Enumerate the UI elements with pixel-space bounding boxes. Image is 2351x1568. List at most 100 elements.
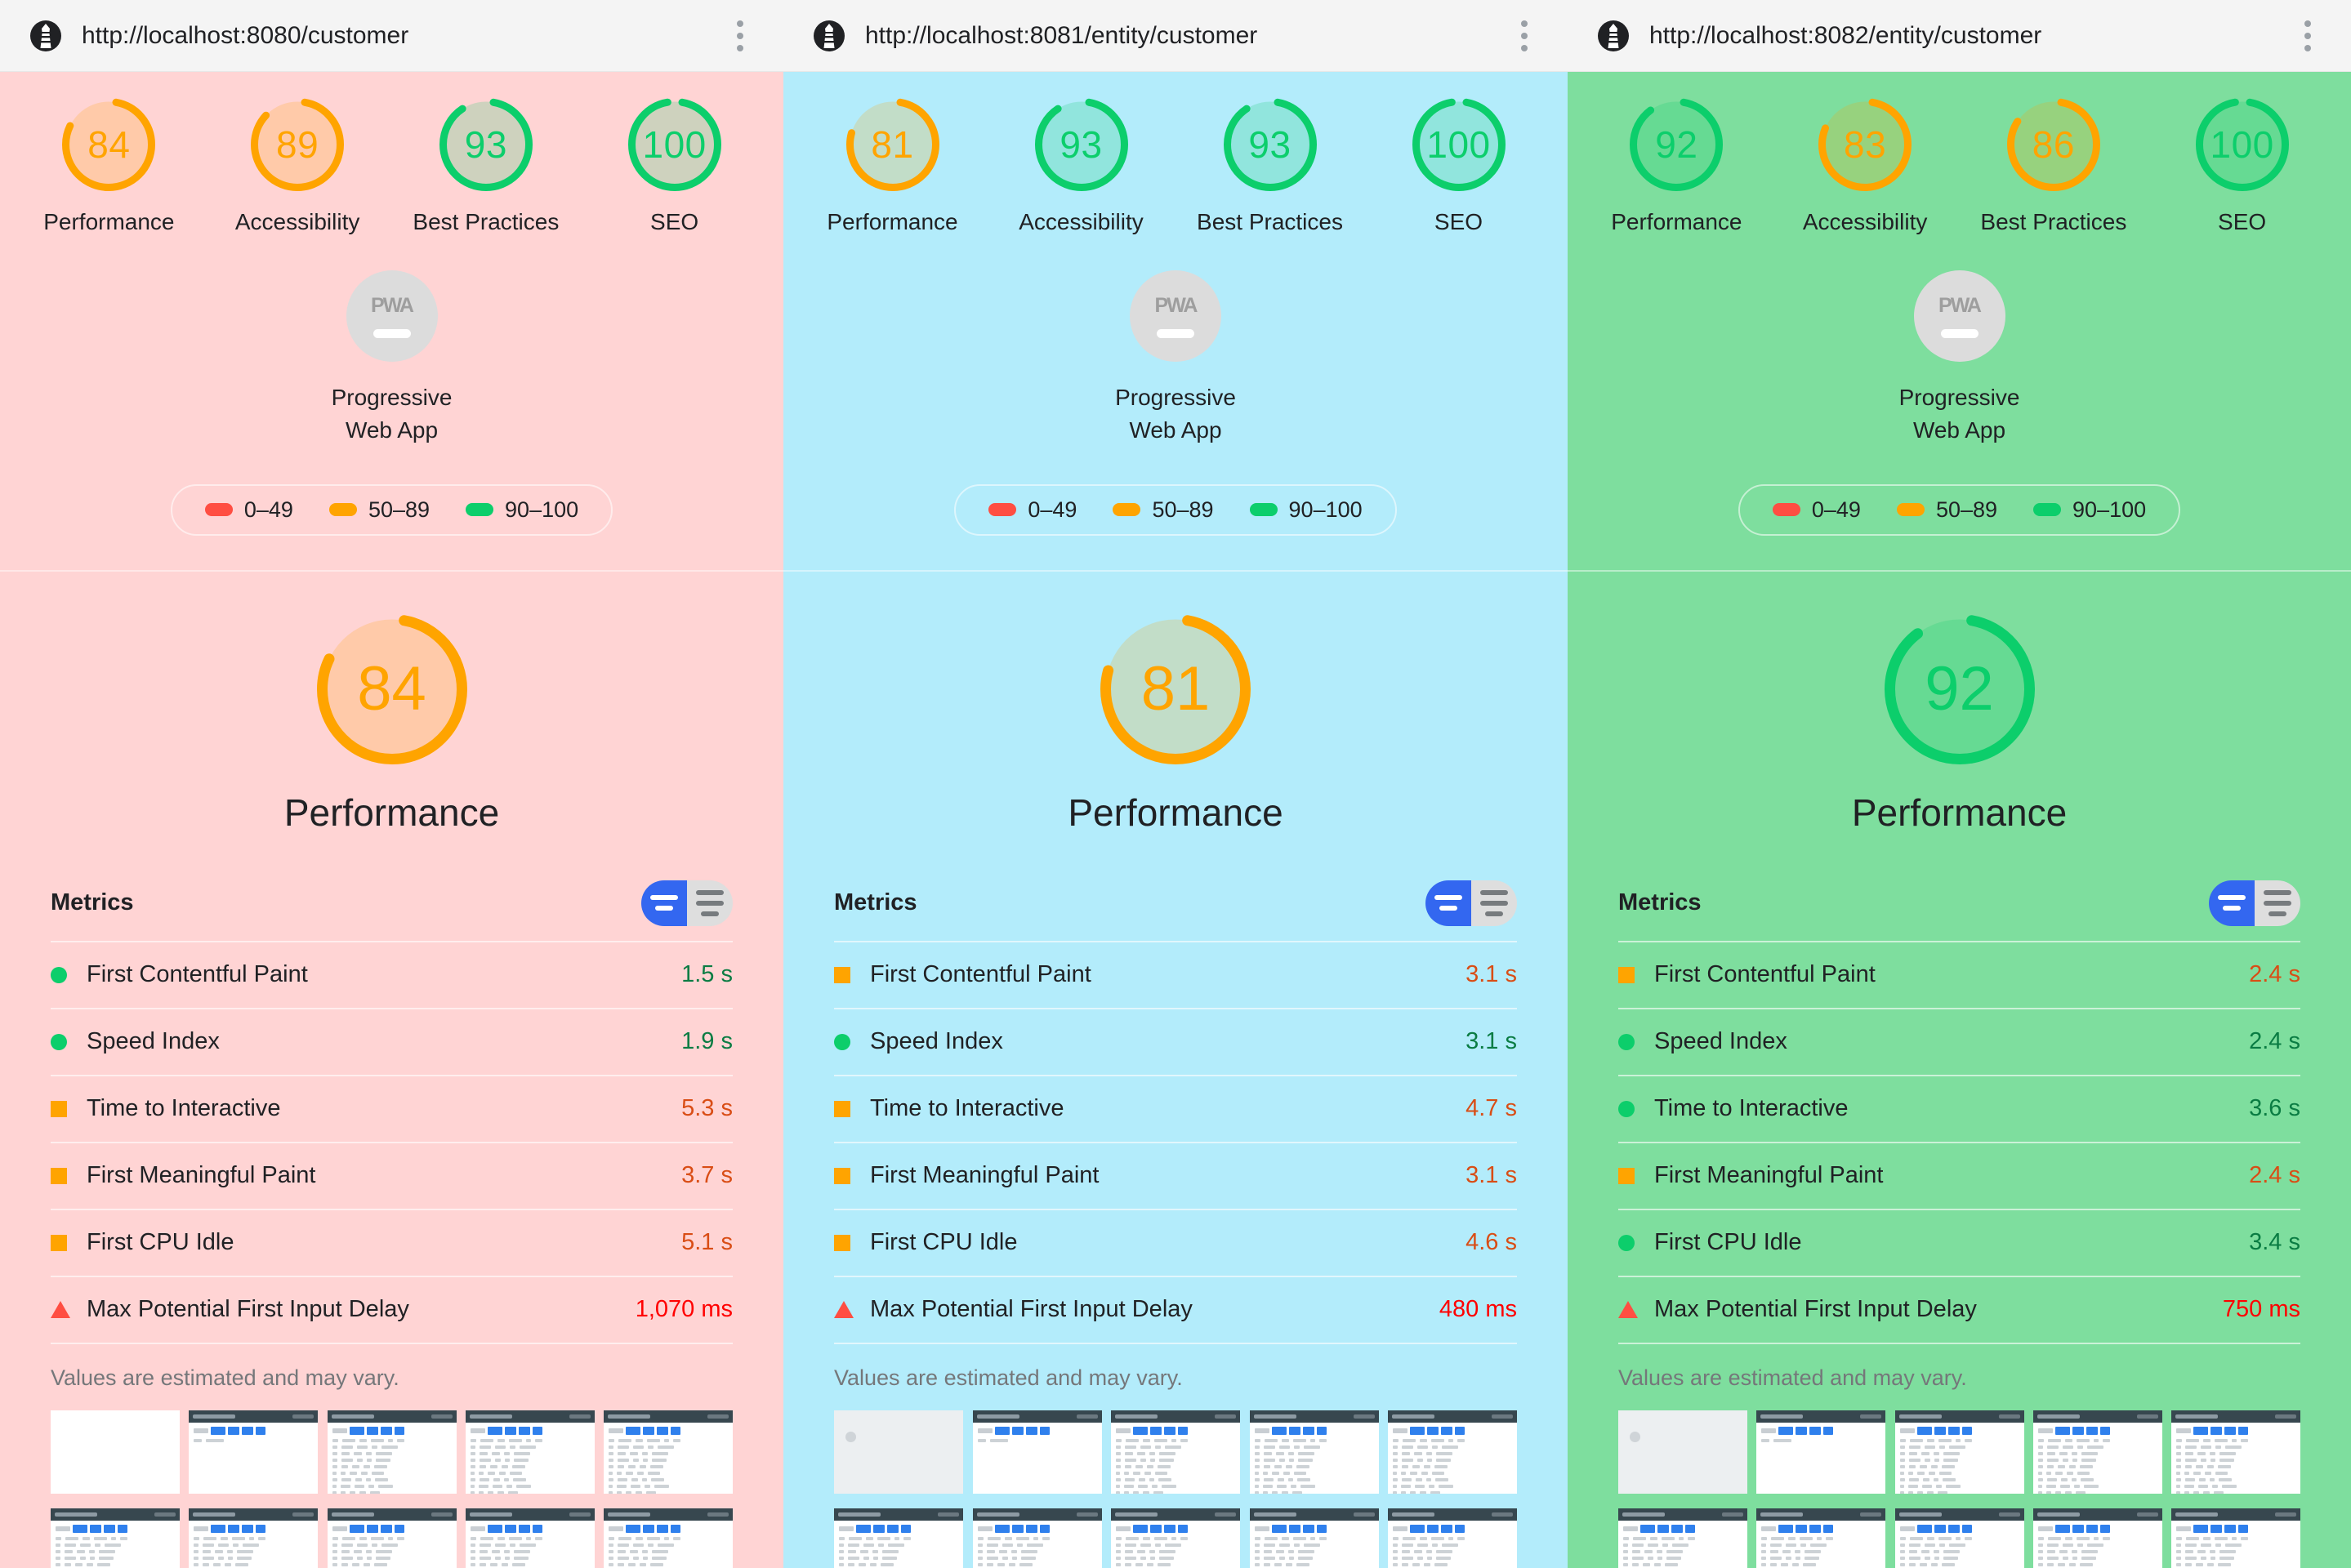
metric-name: First Contentful Paint bbox=[87, 961, 308, 987]
legend-label: 90–100 bbox=[505, 497, 579, 522]
performance-ring: 84 bbox=[315, 612, 469, 766]
toggle-compact-view[interactable] bbox=[1425, 880, 1471, 926]
pwa-dash-icon bbox=[373, 329, 411, 338]
thumbnail-close-icon bbox=[1215, 1512, 1236, 1517]
metric-row[interactable]: First CPU Idle 3.4 s bbox=[1618, 1208, 2300, 1276]
metrics-view-toggle[interactable] bbox=[641, 880, 733, 926]
metric-row[interactable]: Max Potential First Input Delay 750 ms bbox=[1618, 1275, 2300, 1343]
metric-row[interactable]: First CPU Idle 5.1 s bbox=[51, 1208, 733, 1276]
performance-heading: Performance bbox=[1851, 791, 2068, 834]
pwa-badge[interactable]: PWA Progressive Web App bbox=[0, 270, 783, 447]
loading-dot-icon bbox=[845, 1431, 856, 1442]
metrics-view-toggle[interactable] bbox=[1425, 880, 1517, 926]
legend-chip-icon bbox=[2033, 503, 2062, 516]
kebab-menu-icon[interactable] bbox=[725, 18, 756, 54]
metric-value: 3.6 s bbox=[2249, 1095, 2300, 1121]
pwa-circle: PWA bbox=[1130, 270, 1221, 362]
metric-value: 1.9 s bbox=[681, 1028, 733, 1054]
toggle-compact-view[interactable] bbox=[641, 880, 687, 926]
metrics-section: Metrics First Contentful Paint 2.4 s Speed … bbox=[1568, 835, 2351, 1391]
score-gauge-best-practices[interactable]: 86 Best Practices bbox=[1963, 96, 2144, 236]
metric-row[interactable]: First Contentful Paint 1.5 s bbox=[51, 940, 733, 1008]
toggle-compact-view[interactable] bbox=[2209, 880, 2255, 926]
metric-name: First Contentful Paint bbox=[870, 961, 1091, 987]
kebab-menu-icon[interactable] bbox=[1509, 18, 1540, 54]
url-text[interactable]: http://localhost:8080/customer bbox=[82, 22, 725, 50]
score-label: SEO bbox=[650, 209, 699, 234]
metric-row[interactable]: Max Potential First Input Delay 480 ms bbox=[834, 1275, 1517, 1343]
metric-row[interactable]: First Contentful Paint 3.1 s bbox=[834, 940, 1517, 1008]
thumbnail-titlebar bbox=[1894, 1508, 2024, 1521]
score-gauge-best-practices[interactable]: 93 Best Practices bbox=[395, 96, 577, 236]
thumbnail-close-icon bbox=[1076, 1512, 1098, 1517]
thumbnail-close-icon bbox=[707, 1512, 729, 1517]
toggle-expanded-view[interactable] bbox=[2255, 880, 2300, 926]
thumbnail-content bbox=[973, 1535, 1102, 1568]
metrics-view-toggle[interactable] bbox=[2209, 880, 2300, 926]
toggle-expanded-view[interactable] bbox=[1471, 880, 1517, 926]
score-gauge-seo[interactable]: 100 SEO bbox=[1368, 96, 1550, 236]
metric-row[interactable]: Max Potential First Input Delay 1,070 ms bbox=[51, 1275, 733, 1343]
score-gauges: 81 Performance 93 Accessibility 93 Best Pract… bbox=[783, 72, 1568, 236]
score-gauge-accessibility[interactable]: 93 Accessibility bbox=[991, 96, 1172, 236]
score-gauge-performance[interactable]: 84 Performance bbox=[19, 96, 200, 236]
metric-row[interactable]: First Contentful Paint 2.4 s bbox=[1618, 940, 2300, 1008]
score-label: Accessibility bbox=[234, 209, 360, 234]
score-ring: 93 bbox=[1033, 96, 1130, 193]
score-value: 89 bbox=[276, 123, 319, 166]
metric-value: 1,070 ms bbox=[635, 1296, 733, 1322]
metric-row[interactable]: First CPU Idle 4.6 s bbox=[834, 1208, 1517, 1276]
metric-row[interactable]: Speed Index 1.9 s bbox=[51, 1007, 733, 1075]
metric-row[interactable]: Speed Index 3.1 s bbox=[834, 1007, 1517, 1075]
score-label: Accessibility bbox=[1019, 209, 1144, 234]
status-dot-icon bbox=[51, 1033, 67, 1050]
thumbnail-close-icon bbox=[430, 1512, 453, 1517]
toggle-expanded-view[interactable] bbox=[687, 880, 733, 926]
score-value: 93 bbox=[1060, 123, 1103, 166]
url-text[interactable]: http://localhost:8081/entity/customer bbox=[865, 22, 1509, 50]
performance-ring: 81 bbox=[1099, 612, 1252, 766]
thumbnail-toolbar bbox=[604, 1521, 733, 1535]
score-gauge-performance[interactable]: 92 Performance bbox=[1586, 96, 1768, 236]
metric-row[interactable]: First Meaningful Paint 3.1 s bbox=[834, 1141, 1517, 1209]
performance-summary: 92 Performance bbox=[1568, 572, 2351, 835]
report-panel-panel-8081: http://localhost:8081/entity/customer 81 P… bbox=[783, 0, 1568, 1568]
thumbnail-titlebar bbox=[1249, 1508, 1379, 1521]
metric-value: 2.4 s bbox=[2249, 961, 2300, 987]
metric-row[interactable]: Speed Index 2.4 s bbox=[1618, 1007, 2300, 1075]
pwa-badge[interactable]: PWA Progressive Web App bbox=[1568, 270, 2351, 447]
metric-name: Speed Index bbox=[870, 1028, 1003, 1054]
metric-row[interactable]: Time to Interactive 5.3 s bbox=[51, 1074, 733, 1142]
metric-row[interactable]: First Meaningful Paint 2.4 s bbox=[1618, 1141, 2300, 1209]
score-gauge-accessibility[interactable]: 89 Accessibility bbox=[207, 96, 388, 236]
thumbnail-close-icon bbox=[1860, 1414, 1882, 1419]
metric-row[interactable]: First Meaningful Paint 3.7 s bbox=[51, 1141, 733, 1209]
filmstrip-thumbnail bbox=[2171, 1410, 2300, 1494]
thumbnail-toolbar bbox=[973, 1521, 1102, 1535]
metric-row[interactable]: Time to Interactive 4.7 s bbox=[834, 1074, 1517, 1142]
score-gauge-best-practices[interactable]: 93 Best Practices bbox=[1180, 96, 1361, 236]
url-bar: http://localhost:8080/customer bbox=[0, 0, 783, 72]
score-gauge-accessibility[interactable]: 83 Accessibility bbox=[1774, 96, 1956, 236]
thumbnail-titlebar bbox=[834, 1508, 963, 1521]
url-text[interactable]: http://localhost:8082/entity/customer bbox=[1649, 22, 2292, 50]
score-gauge-seo[interactable]: 100 SEO bbox=[2152, 96, 2333, 236]
thumbnail-close-icon bbox=[1722, 1512, 1743, 1517]
metric-value: 5.1 s bbox=[681, 1229, 733, 1255]
metric-row[interactable]: Time to Interactive 3.6 s bbox=[1618, 1074, 2300, 1142]
lighthouse-comparison-viewport: http://localhost:8080/customer 84 Performa… bbox=[0, 0, 2351, 1568]
filmstrip-thumbnail bbox=[51, 1508, 180, 1568]
pwa-label: Progressive Web App bbox=[1899, 381, 2020, 447]
score-gauge-seo[interactable]: 100 SEO bbox=[584, 96, 765, 236]
status-dot-icon bbox=[51, 966, 67, 983]
legend-item: 0–49 bbox=[204, 497, 293, 523]
performance-summary: 84 Performance bbox=[0, 572, 783, 835]
filmstrip-thumbnail bbox=[1894, 1508, 2024, 1568]
thumbnail-toolbar bbox=[973, 1423, 1102, 1437]
legend-label: 90–100 bbox=[2072, 497, 2147, 522]
thumbnail-toolbar bbox=[604, 1423, 733, 1437]
kebab-menu-icon[interactable] bbox=[2292, 18, 2323, 54]
filmstrip-thumbnail bbox=[465, 1508, 595, 1568]
pwa-badge[interactable]: PWA Progressive Web App bbox=[783, 270, 1568, 447]
score-gauge-performance[interactable]: 81 Performance bbox=[802, 96, 984, 236]
